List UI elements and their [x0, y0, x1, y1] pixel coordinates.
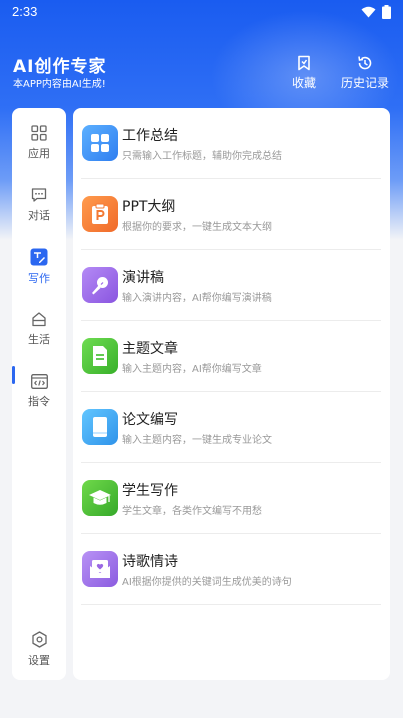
card-description: 根据你的要求，一键生成文本大纲 — [122, 222, 272, 233]
card-description: 只需输入工作标题，辅助你完成总结 — [122, 151, 282, 162]
sidebar-item-apps[interactable]: 应用 — [12, 118, 66, 168]
chat-icon — [31, 188, 47, 202]
card-icon-bg — [82, 480, 118, 516]
document-icon — [93, 346, 107, 366]
card-title: 诗歌情诗 — [122, 554, 178, 570]
code-icon — [30, 373, 48, 389]
history-icon — [358, 56, 372, 70]
status-time: 2:33 — [12, 4, 38, 19]
sidebar-item-label: 设置 — [28, 653, 50, 667]
sidebar-item-label: 应用 — [28, 147, 50, 160]
card-title: 主题文章 — [122, 341, 178, 357]
app-subtitle: 本APP内容由AI生成! — [13, 79, 106, 90]
ppt-icon — [92, 203, 108, 224]
card-description: 学生文章，各类作文编写不用愁 — [122, 506, 262, 517]
status-bar: 2:33 — [0, 0, 403, 24]
love-letter-icon — [90, 560, 110, 578]
bookmark-icon — [298, 55, 310, 71]
card-title: 论文编写 — [122, 412, 178, 428]
home-icon — [32, 312, 46, 327]
sidebar-item-life[interactable]: 生活 — [12, 304, 66, 354]
app-title: AI创作专家 — [13, 57, 107, 77]
sidebar-item-label: 写作 — [28, 272, 50, 285]
sidebar-item-settings[interactable]: 设置 — [12, 624, 66, 674]
graduation-cap-icon — [89, 490, 111, 505]
sidebar-item-label: 指令 — [28, 394, 50, 408]
wifi-icon — [361, 6, 376, 18]
sidebar-item-commands[interactable]: 指令 — [12, 366, 66, 416]
card-icon-bg — [82, 125, 118, 161]
battery-icon — [382, 5, 391, 19]
card-title: 工作总结 — [122, 128, 178, 144]
card-title: PPT大纲 — [122, 199, 176, 215]
card-icon-bg — [82, 551, 118, 587]
sidebar-item-label: 生活 — [28, 333, 50, 346]
feature-card-topic-article[interactable]: 主题文章 输入主题内容，AI帮你编写文章 — [81, 321, 381, 392]
card-title: 演讲稿 — [122, 270, 164, 286]
grid-icon — [91, 134, 109, 152]
card-icon-bg — [82, 196, 118, 232]
feature-card-poetry[interactable]: 诗歌情诗 AI根据你提供的关键词生成优美的诗句 — [81, 534, 381, 605]
card-icon-bg — [82, 409, 118, 445]
settings-icon — [31, 630, 47, 648]
card-description: 输入演讲内容，AI帮你编写演讲稿 — [122, 293, 272, 304]
sidebar: 应用 对话 写作 生活 指令 设置 — [12, 108, 66, 680]
favorites-button[interactable]: 收藏 — [290, 55, 318, 91]
sidebar-item-chat[interactable]: 对话 — [12, 180, 66, 230]
card-icon-bg — [82, 338, 118, 374]
history-label: 历史记录 — [340, 76, 389, 90]
feature-card-ppt-outline[interactable]: PPT大纲 根据你的要求，一键生成文本大纲 — [81, 179, 381, 250]
card-description: 输入主题内容，一键生成专业论文 — [122, 435, 272, 446]
card-title: 学生写作 — [122, 483, 178, 499]
favorites-label: 收藏 — [291, 76, 316, 90]
card-icon-bg — [82, 267, 118, 303]
edit-icon — [30, 248, 48, 266]
feature-card-speech[interactable]: 演讲稿 输入演讲内容，AI帮你编写演讲稿 — [81, 250, 381, 321]
book-icon — [93, 417, 107, 437]
card-description: AI根据你提供的关键词生成优美的诗句 — [122, 577, 292, 588]
sidebar-item-writing[interactable]: 写作 — [12, 242, 66, 292]
feature-card-thesis[interactable]: 论文编写 输入主题内容，一键生成专业论文 — [81, 392, 381, 463]
feature-card-student-writing[interactable]: 学生写作 学生文章，各类作文编写不用愁 — [81, 463, 381, 534]
feature-card-work-summary[interactable]: 工作总结 只需输入工作标题，辅助你完成总结 — [81, 108, 381, 179]
microphone-icon — [92, 277, 108, 295]
history-button[interactable]: 历史记录 — [337, 55, 393, 91]
card-description: 输入主题内容，AI帮你编写文章 — [122, 364, 262, 375]
sidebar-item-label: 对话 — [28, 209, 50, 222]
grid-icon — [31, 125, 47, 141]
feature-list-panel: 工作总结 只需输入工作标题，辅助你完成总结 PPT大纲 根据你的要求，一键生成文… — [73, 108, 390, 680]
